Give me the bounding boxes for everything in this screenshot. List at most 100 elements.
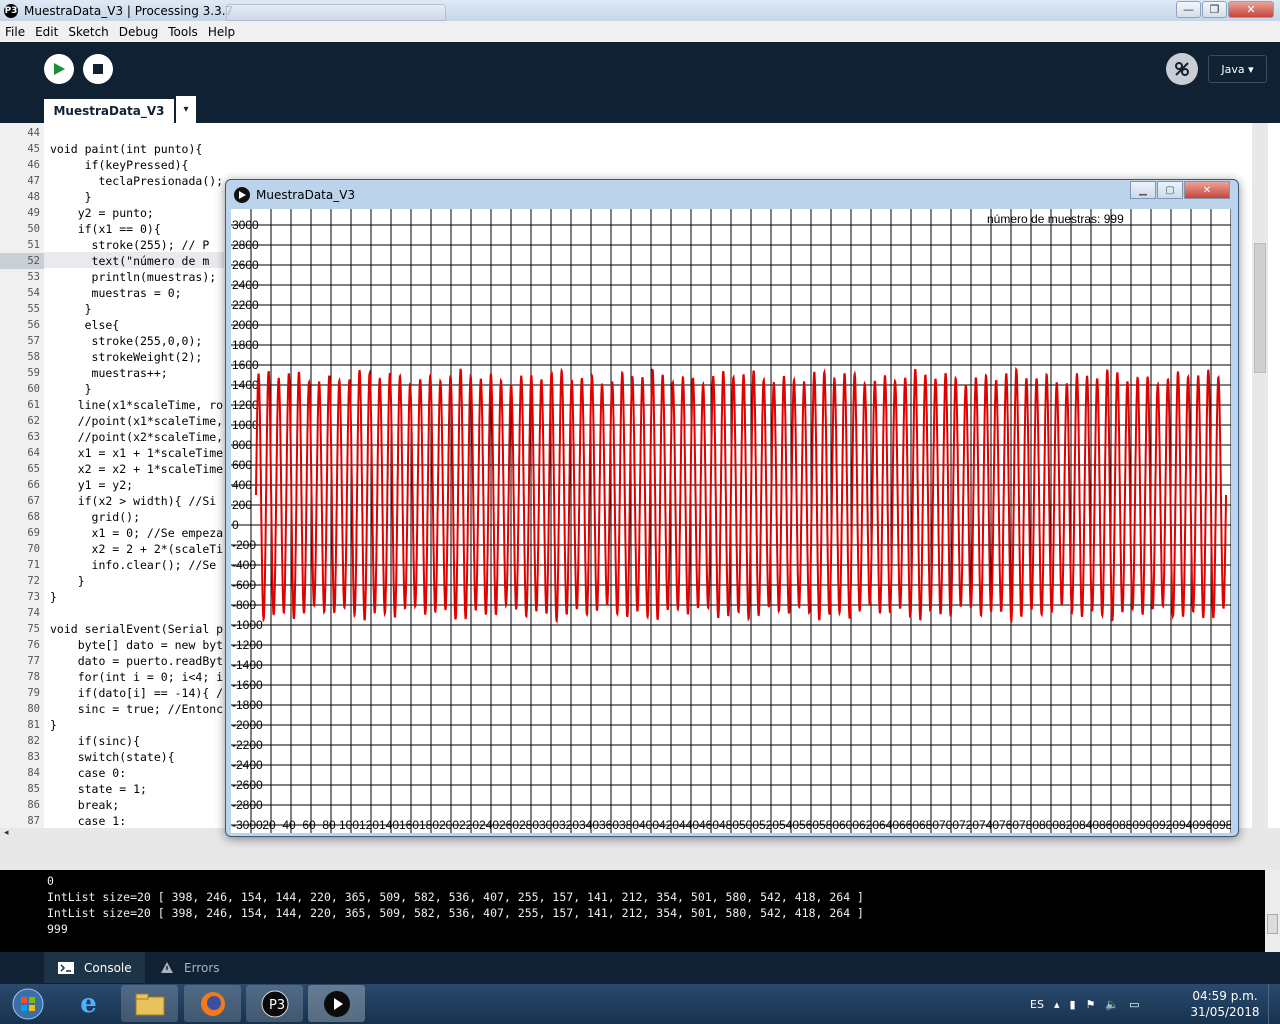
code-line: switch(state){: [50, 750, 175, 764]
sketch-close-button[interactable]: ✕: [1184, 181, 1230, 199]
windows-start-icon[interactable]: [4, 985, 52, 1022]
line-number: 76: [27, 639, 40, 651]
sketch-canvas[interactable]: 3000 2800 2600 2400 2200 2000 1800 1600 1400 1200…: [231, 209, 1231, 833]
line-number-gutter: 44 45 46 47 48 49 50 51 52 53 54 55 56 57 58 59 60 61 62 63…: [0, 123, 44, 828]
menu-sketch[interactable]: Sketch: [63, 25, 113, 39]
y-tick-label: -2400: [232, 758, 263, 772]
console-scrollbar[interactable]: [1265, 870, 1280, 952]
tab-console[interactable]: Console: [44, 952, 145, 983]
x-tick-label: 980: [1219, 818, 1231, 832]
close-button[interactable]: ✕: [1228, 1, 1274, 18]
line-number: 45: [27, 143, 40, 155]
x-tick-label: 340: [579, 818, 599, 832]
y-tick-label: -400: [232, 558, 256, 572]
mode-selector[interactable]: Java ▾: [1208, 55, 1267, 83]
scroll-left-arrow-icon[interactable]: ◂: [4, 828, 9, 838]
x-tick-label: 800: [1039, 818, 1059, 832]
code-line: if(x1 == 0){: [50, 222, 161, 236]
y-tick-label: 0: [232, 518, 239, 532]
x-tick-label: 80: [322, 818, 336, 832]
firefox-icon[interactable]: [184, 985, 241, 1022]
taskbar-clock[interactable]: 04:59 p.m. 31/05/2018: [1190, 988, 1260, 1020]
x-tick-label: 280: [519, 818, 539, 832]
line-number: 78: [27, 671, 40, 683]
background-browser-tab: [226, 4, 446, 21]
line-number: 62: [27, 415, 40, 427]
console-line: 0: [47, 874, 54, 888]
code-line: state = 1;: [50, 782, 147, 796]
console-output: 0 IntList size=20 [ 398, 246, 154, 144, …: [0, 870, 1280, 952]
code-line: y2 = punto;: [50, 206, 154, 220]
tab-muestradata[interactable]: MuestraData_V3: [44, 96, 174, 123]
code-line: //point(x1*scaleTime,: [50, 414, 224, 428]
line-number: 79: [27, 687, 40, 699]
sketch-maximize-button[interactable]: ▢: [1157, 181, 1183, 199]
line-number: 44: [27, 127, 40, 139]
x-tick-label: 240: [479, 818, 499, 832]
x-tick-label: 600: [839, 818, 859, 832]
tab-menu-chevron-icon[interactable]: ▾: [176, 96, 196, 123]
stop-icon: [93, 64, 103, 74]
battery-icon[interactable]: ▭: [1129, 998, 1139, 1011]
x-tick-label: 680: [919, 818, 939, 832]
line-number: 74: [27, 607, 40, 619]
tab-errors[interactable]: Errors: [150, 952, 230, 983]
line-number: 61: [27, 399, 40, 411]
debugger-button[interactable]: [1166, 53, 1198, 85]
system-tray: ES ▴ ▮ ⚑ 🔈 ▭: [1030, 984, 1140, 1024]
y-tick-label: 2200: [232, 298, 259, 312]
sketch-run-icon[interactable]: [308, 985, 365, 1022]
x-tick-label: 180: [419, 818, 439, 832]
maximize-button[interactable]: ❐: [1202, 1, 1227, 18]
code-line: void serialEvent(Serial p: [50, 622, 224, 636]
code-line: if(x2 > width){ //Si: [50, 494, 217, 508]
code-line: teclaPresionada();: [50, 174, 224, 188]
x-tick-label: 760: [999, 818, 1019, 832]
stop-button[interactable]: [83, 54, 113, 84]
x-tick-label: 260: [499, 818, 519, 832]
y-tick-label: -1600: [232, 678, 263, 692]
editor-scrollbar[interactable]: [1252, 123, 1268, 828]
code-line: }: [50, 590, 57, 604]
code-line: for(int i = 0; i<4; i: [50, 670, 224, 684]
x-tick-label: 560: [799, 818, 819, 832]
menu-debug[interactable]: Debug: [114, 25, 163, 39]
minimize-button[interactable]: —: [1176, 1, 1201, 18]
line-number: 51: [27, 239, 40, 251]
svg-text:P3: P3: [269, 998, 285, 1013]
y-tick-label: 1200: [232, 398, 259, 412]
code-line: }: [50, 302, 92, 316]
menu-file[interactable]: File: [0, 25, 30, 39]
internet-explorer-icon[interactable]: e: [60, 985, 117, 1022]
x-tick-label: 920: [1159, 818, 1179, 832]
code-line: case 0:: [50, 766, 127, 780]
console-icon: [58, 961, 74, 974]
x-tick-label: 860: [1099, 818, 1119, 832]
network-icon[interactable]: ▮: [1069, 998, 1075, 1011]
volume-icon[interactable]: 🔈: [1105, 998, 1119, 1011]
action-center-flag-icon[interactable]: ⚑: [1086, 998, 1096, 1011]
tray-expand-icon[interactable]: ▴: [1054, 998, 1060, 1011]
menu-tools[interactable]: Tools: [163, 25, 203, 39]
language-indicator[interactable]: ES: [1030, 998, 1044, 1011]
run-button[interactable]: [44, 54, 74, 84]
console-tabs: Console Errors: [0, 952, 1280, 984]
editor-scrollbar-thumb[interactable]: [1254, 243, 1266, 373]
toolbar: Java ▾: [0, 42, 1280, 96]
y-tick-label: 2000: [232, 318, 259, 332]
file-explorer-icon[interactable]: [121, 985, 178, 1022]
x-tick-label: 400: [639, 818, 659, 832]
sample-count-label: número de muestras: 999: [987, 212, 1124, 226]
sketch-minimize-button[interactable]: ▁: [1130, 181, 1156, 199]
x-tick-label: 320: [559, 818, 579, 832]
code-line: }: [50, 190, 92, 204]
sketch-window[interactable]: MuestraData_V3 ▁ ▢ ✕ 3000 2800 2600 2400 220…: [225, 179, 1239, 837]
code-line: case 1:: [50, 814, 127, 828]
console-scrollbar-thumb[interactable]: [1267, 914, 1278, 934]
x-tick-label: 220: [459, 818, 479, 832]
processing-icon[interactable]: P3: [246, 985, 303, 1022]
line-number: 69: [27, 527, 40, 539]
menu-edit[interactable]: Edit: [30, 25, 63, 39]
menu-help[interactable]: Help: [203, 25, 240, 39]
show-desktop-button[interactable]: [1268, 984, 1280, 1024]
